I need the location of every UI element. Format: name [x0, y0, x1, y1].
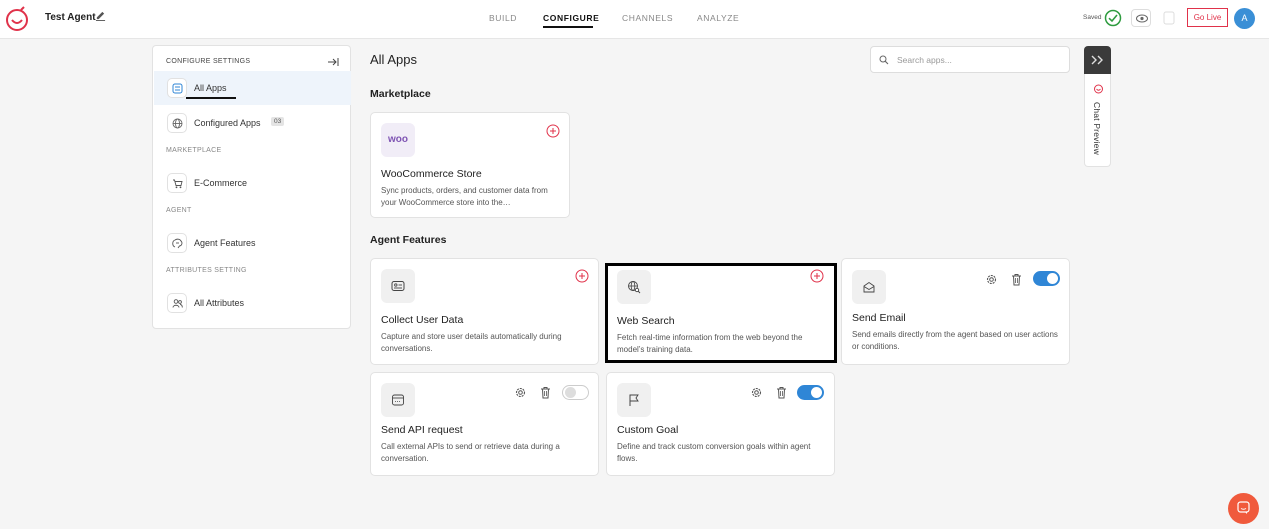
agent-name[interactable]: Test Agent	[45, 12, 96, 23]
sidebar-title: CONFIGURE SETTINGS	[166, 58, 251, 65]
chat-preview-label: Chat Preview	[1092, 102, 1102, 155]
collapse-sidebar-icon[interactable]	[327, 57, 339, 67]
configure-sidebar: CONFIGURE SETTINGS All Apps Configured A…	[152, 45, 351, 329]
sidebar-item-label: Agent Features	[194, 238, 256, 248]
feature-card-collect-user-data[interactable]: Collect User Data Capture and store user…	[370, 258, 599, 365]
search-box[interactable]	[870, 46, 1070, 73]
help-chat-button[interactable]	[1228, 493, 1259, 524]
sidebar-active-underline	[186, 97, 236, 99]
trash-icon[interactable]	[1010, 273, 1023, 286]
check-circle-icon	[1104, 9, 1122, 27]
card-title: Send Email	[852, 312, 906, 324]
theme-toggle-icon[interactable]	[1163, 11, 1175, 25]
section-label-attributes: ATTRIBUTES SETTING	[166, 267, 247, 274]
add-circle-icon[interactable]	[810, 269, 824, 283]
sidebar-item-agent-features[interactable]: Agent Features	[154, 226, 351, 260]
web-search-icon	[617, 270, 651, 304]
add-circle-icon[interactable]	[546, 124, 560, 138]
double-chevron-right-icon	[1091, 55, 1103, 65]
search-input[interactable]	[897, 52, 1057, 68]
cart-icon	[167, 173, 187, 193]
sidebar-item-configured-apps[interactable]: Configured Apps 03	[154, 106, 351, 140]
card-description: Define and track custom conversion goals…	[617, 442, 811, 463]
marketplace-heading: Marketplace	[370, 88, 431, 100]
globe-icon	[167, 113, 187, 133]
pencil-icon[interactable]	[95, 10, 106, 21]
sidebar-item-e-commerce[interactable]: E-Commerce	[154, 166, 351, 200]
card-description: Sync products, orders, and customer data…	[381, 186, 548, 207]
feature-card-web-search[interactable]: Web Search Fetch real-time information f…	[605, 263, 837, 363]
gear-icon[interactable]	[750, 386, 763, 399]
card-title: Custom Goal	[617, 424, 679, 436]
enable-toggle[interactable]	[562, 385, 589, 400]
section-label-marketplace: MARKETPLACE	[166, 147, 222, 154]
trash-icon[interactable]	[539, 386, 552, 399]
agent-features-heading: Agent Features	[370, 234, 447, 246]
card-title: Send API request	[381, 424, 463, 436]
card-description: Send emails directly from the agent base…	[852, 330, 1058, 351]
top-bar: Test Agent BUILD CONFIGURE CHANNELS ANAL…	[0, 0, 1269, 39]
apps-icon	[167, 78, 187, 98]
count-badge: 03	[271, 117, 285, 126]
tab-analyze[interactable]: ANALYZE	[697, 13, 739, 23]
id-card-icon	[381, 269, 415, 303]
card-title: Web Search	[617, 315, 675, 327]
feature-card-send-email[interactable]: Send Email Send emails directly from the…	[841, 258, 1070, 365]
brand-logo-icon[interactable]	[4, 6, 30, 32]
sidebar-item-all-apps[interactable]: All Apps	[154, 71, 351, 105]
brain-icon	[167, 233, 187, 253]
tab-channels[interactable]: CHANNELS	[622, 13, 673, 23]
trash-icon[interactable]	[775, 386, 788, 399]
gear-icon[interactable]	[985, 273, 998, 286]
app-card-woocommerce[interactable]: woo WooCommerce Store Sync products, ord…	[370, 112, 570, 218]
chat-bubble-icon	[1237, 501, 1250, 514]
email-icon	[852, 270, 886, 304]
expand-chat-preview-button[interactable]	[1084, 46, 1111, 74]
section-label-agent: AGENT	[166, 207, 192, 214]
page-title: All Apps	[370, 52, 417, 67]
card-title: WooCommerce Store	[381, 168, 482, 180]
sidebar-item-label: E-Commerce	[194, 178, 248, 188]
sidebar-item-label: All Attributes	[194, 298, 245, 308]
card-description: Fetch real-time information from the web…	[617, 333, 803, 354]
card-title: Collect User Data	[381, 314, 464, 326]
avatar[interactable]: A	[1234, 8, 1255, 29]
woocommerce-logo: woo	[381, 123, 415, 157]
enable-toggle[interactable]	[1033, 271, 1060, 286]
sidebar-item-all-attributes[interactable]: All Attributes	[154, 286, 351, 320]
enable-toggle[interactable]	[797, 385, 824, 400]
go-live-button[interactable]: Go Live	[1187, 8, 1228, 27]
chat-preview-tab[interactable]: Chat Preview	[1084, 74, 1111, 167]
add-circle-icon[interactable]	[575, 269, 589, 283]
tab-build[interactable]: BUILD	[489, 13, 517, 23]
gear-icon[interactable]	[514, 386, 527, 399]
sidebar-item-label: All Apps	[194, 83, 227, 93]
preview-button[interactable]	[1131, 9, 1151, 27]
eye-icon	[1136, 14, 1148, 23]
feature-card-send-api-request[interactable]: Send API request Call external APIs to s…	[370, 372, 599, 476]
saved-status: Saved	[1083, 14, 1102, 21]
flag-icon	[617, 383, 651, 417]
tab-configure[interactable]: CONFIGURE	[543, 13, 599, 23]
feature-card-custom-goal[interactable]: Custom Goal Define and track custom conv…	[606, 372, 835, 476]
api-icon	[381, 383, 415, 417]
card-description: Capture and store user details automatic…	[381, 332, 562, 353]
users-icon	[167, 293, 187, 313]
card-description: Call external APIs to send or retrieve d…	[381, 442, 560, 463]
chat-logo-icon	[1094, 84, 1103, 94]
sidebar-item-label: Configured Apps	[194, 118, 261, 128]
search-icon	[879, 55, 889, 65]
active-tab-underline	[543, 26, 593, 28]
